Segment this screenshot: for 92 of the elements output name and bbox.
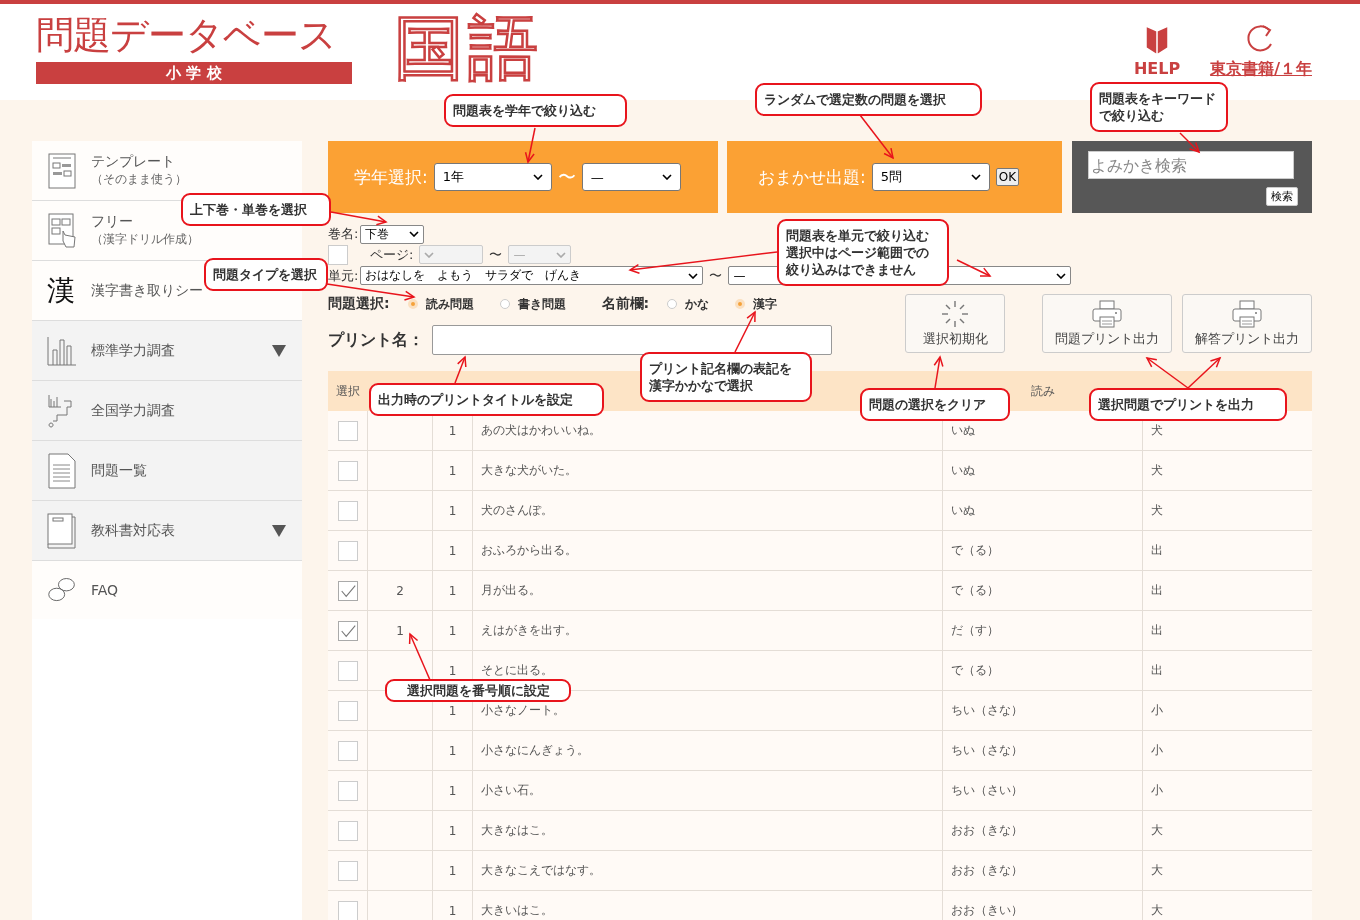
count-cell: 1 [448,663,457,678]
reading-cell: で（る） [951,662,999,679]
count-cell: 1 [448,823,457,838]
sentence-cell: 大きなはこ。 [481,822,553,839]
sidebar-label: 全国学力調査 [91,401,175,420]
reading-cell: で（る） [951,582,999,599]
count-cell: 1 [448,623,457,638]
sidebar-label: 標準学力調査 [91,341,175,360]
count-cell: 1 [448,503,457,518]
annotation-tooltip: ランダムで選定数の問題を選択 [755,83,982,116]
reading-cell: いぬ [951,422,975,439]
range-separator: 〜 [489,245,503,264]
sentence-cell: 小さなノート。 [481,702,565,719]
reading-cell: いぬ [951,502,975,519]
volume-label: 巻名: [328,225,359,243]
kanji-cell: 小 [1151,782,1163,799]
sidebar-sublabel: （漢字ドリル作成） [91,231,199,248]
annotation-tooltip: 問題表を単元で絞り込む選択中はページ範囲での絞り込みはできません [777,219,949,286]
reading-cell: で（る） [951,542,999,559]
name-field-label: 名前欄: [601,295,650,313]
logo-title: 問題データベース [36,12,337,58]
kanji-cell: 出 [1151,542,1163,559]
reading-cell: ちい（さい） [951,782,1023,799]
sentence-cell: そとに出る。 [481,662,553,679]
kanji-cell: 犬 [1151,502,1163,519]
column-header: 選択 [336,382,360,400]
count-cell: 1 [448,463,457,478]
count-cell: 1 [448,743,457,758]
sentence-cell: えはがきを出す。 [481,622,577,639]
reading-cell: ちい（さな） [951,702,1023,719]
reading-cell: だ（す） [951,622,999,639]
sentence-cell: 小さなにんぎょう。 [481,742,589,759]
sentence-cell: 大きなこえではなす。 [481,862,601,879]
sentence-cell: 大きいはこ。 [481,902,553,919]
count-cell: 1 [448,903,457,918]
kanji-cell: 小 [1151,742,1163,759]
sidebar-label: 問題一覧 [91,461,147,480]
kanji-cell: 大 [1151,862,1163,879]
count-cell: 1 [448,863,457,878]
sentence-cell: あの犬はかわいいね。 [481,422,601,439]
sentence-cell: 月が出る。 [481,582,541,599]
sentence-cell: おふろから出る。 [481,542,577,559]
random-label: おまかせ出題: [758,165,866,189]
column-header: 読み [1031,382,1055,400]
logo-subtitle: 小 学 校 [36,62,352,84]
unit-label: 単元: [328,266,359,285]
sidebar-label: 教科書対応表 [91,521,175,540]
reading-cell: ちい（さな） [951,742,1023,759]
subject-title: 国語 [394,8,542,88]
count-cell: 1 [448,543,457,558]
order-number: 1 [396,623,404,638]
annotation-tooltip: 選択問題を番号順に設定 [385,679,571,702]
count-cell: 1 [448,783,457,798]
annotation-tooltip: 選択問題でプリントを出力 [1089,388,1287,421]
sidebar-label: 漢字書き取りシー [91,281,203,300]
sidebar-label: フリー [91,213,134,231]
kanji-cell: 犬 [1151,462,1163,479]
order-number: 2 [396,583,404,598]
sentence-cell: 犬のさんぽ。 [481,502,553,519]
annotation-tooltip: 問題タイプを選択 [204,258,328,291]
range-separator: 〜 [557,165,576,189]
annotation-tooltip: 問題の選択をクリア [860,388,1010,421]
sentence-cell: 小さい石。 [481,782,541,799]
question-type-label: 問題選択: [328,295,390,313]
annotation-tooltip: 問題表をキーワードで絞り込む [1090,82,1228,132]
annotation-tooltip: プリント記名欄の表記を漢字かかなで選択 [640,352,812,402]
sidebar-sublabel: （そのまま使う） [91,171,187,188]
range-separator: 〜 [709,266,723,285]
reading-cell: おお（きな） [951,822,1023,839]
kanji-cell: 大 [1151,902,1163,919]
page-label: ページ: [370,245,414,264]
reading-cell: いぬ [951,462,975,479]
kanji-cell: 出 [1151,582,1163,599]
kanji-cell: 出 [1151,622,1163,639]
print-name-label: プリント名： [328,329,424,351]
kanji-cell: 大 [1151,822,1163,839]
sidebar-label: FAQ [91,582,119,598]
kanji-icon: 漢 [47,274,77,307]
annotation-tooltip: 出力時のプリントタイトルを設定 [369,383,604,416]
count-cell: 1 [448,583,457,598]
annotation-tooltip: 問題表を学年で絞り込む [444,94,627,127]
sentence-cell: 大きな犬がいた。 [481,462,577,479]
kanji-cell: 小 [1151,702,1163,719]
kanji-cell: 出 [1151,662,1163,679]
count-cell: 1 [448,423,457,438]
reading-cell: おお（きい） [951,902,1023,919]
kanji-cell: 犬 [1151,422,1163,439]
count-cell: 1 [448,703,457,718]
sidebar-label: テンプレート [91,153,176,171]
reading-cell: おお（きな） [951,862,1023,879]
annotation-tooltip: 上下巻・単巻を選択 [181,193,331,226]
grade-label: 学年選択: [354,165,428,189]
